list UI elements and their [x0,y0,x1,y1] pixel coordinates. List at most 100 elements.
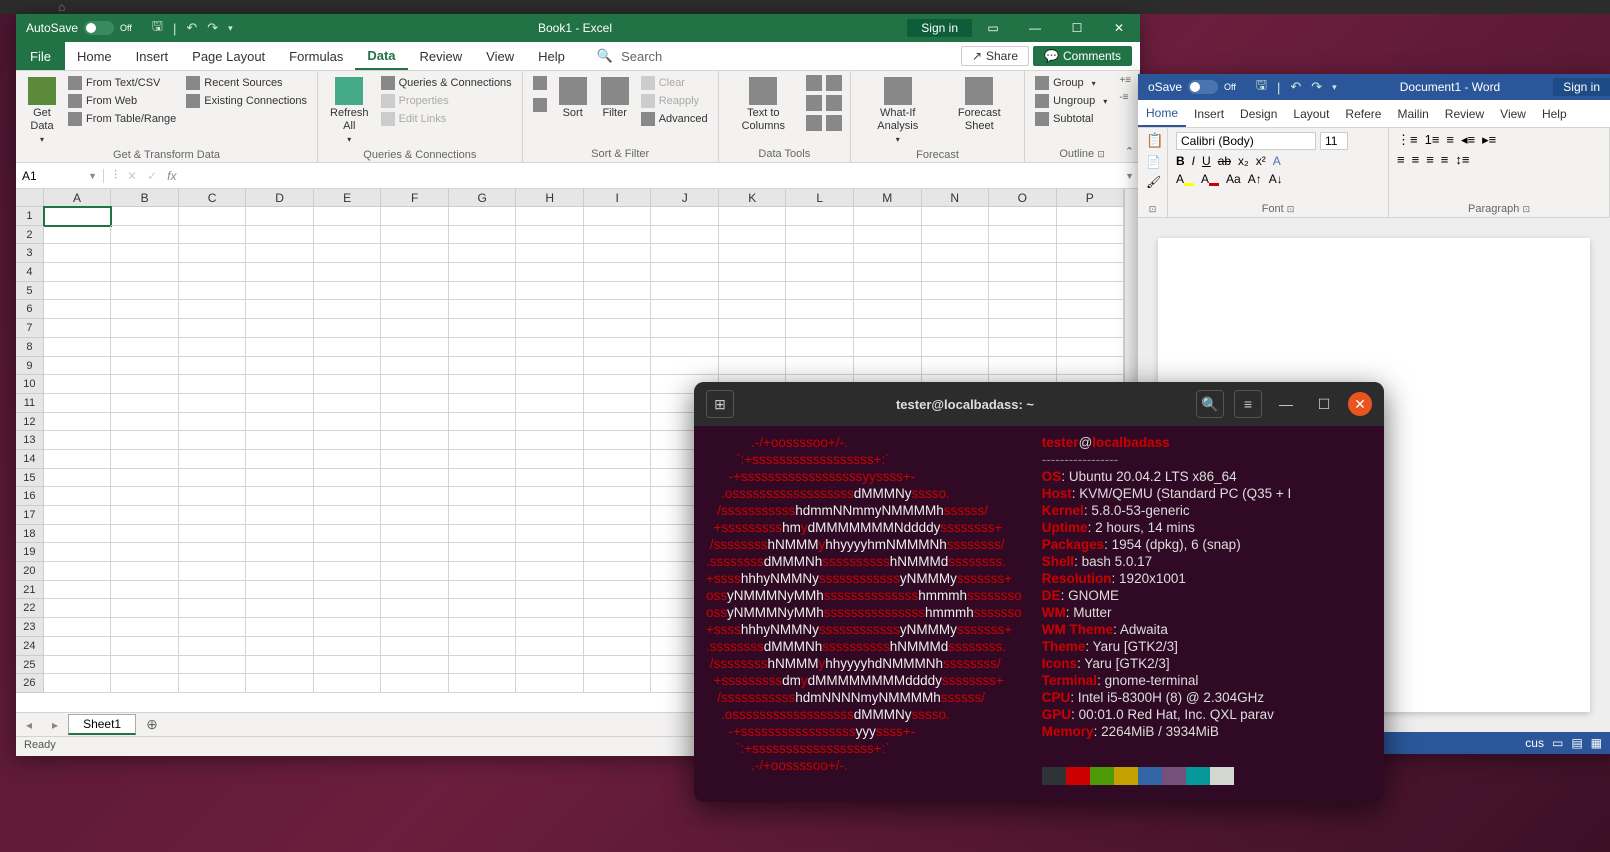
minimize-icon[interactable]: — [1014,21,1056,35]
qat-dropdown-icon[interactable]: ▾ [228,23,233,34]
tab-view[interactable]: View [474,42,526,70]
cell[interactable] [314,263,382,282]
cell[interactable] [381,618,449,637]
row-header[interactable]: 21 [16,581,44,600]
whatif-button[interactable]: What-If Analysis▾ [859,75,936,147]
cell[interactable] [246,487,314,506]
toggle-icon[interactable] [1188,80,1218,94]
cell[interactable] [44,338,112,357]
cell[interactable] [1057,319,1124,338]
cell[interactable] [516,300,584,319]
align-left-icon[interactable]: ≡ [1397,152,1405,167]
cell[interactable] [381,226,449,245]
tab-home[interactable]: Home [65,42,124,70]
cell[interactable] [111,357,179,376]
row-header[interactable]: 12 [16,413,44,432]
sheet-nav-next[interactable]: ▸ [42,718,68,732]
group-button[interactable]: Group▾ [1033,75,1109,91]
cell[interactable] [179,431,247,450]
cell[interactable] [44,674,112,693]
column-header[interactable]: M [854,189,922,207]
close-icon[interactable]: ✕ [1098,21,1140,35]
cell[interactable] [584,487,652,506]
cell[interactable] [922,207,990,226]
cell[interactable] [449,525,517,544]
cell[interactable] [44,431,112,450]
cell[interactable] [989,338,1057,357]
cell[interactable] [516,357,584,376]
cell[interactable] [719,207,787,226]
multilevel-icon[interactable]: ≡ [1446,132,1454,148]
column-header[interactable]: G [449,189,517,207]
cell[interactable] [449,581,517,600]
column-header[interactable]: F [381,189,449,207]
cell[interactable] [584,263,652,282]
cell[interactable] [449,506,517,525]
cell[interactable] [719,282,787,301]
cell[interactable] [516,282,584,301]
cell[interactable] [584,618,652,637]
cell[interactable] [111,450,179,469]
column-header[interactable]: B [111,189,179,207]
column-header[interactable]: J [651,189,719,207]
cell[interactable] [922,338,990,357]
cell[interactable] [179,506,247,525]
print-layout-icon[interactable]: ▤ [1571,736,1582,750]
recent-sources-button[interactable]: Recent Sources [184,75,309,91]
cell[interactable] [314,469,382,488]
cell[interactable] [179,450,247,469]
cell[interactable] [381,207,449,226]
cell[interactable] [516,656,584,675]
row-header[interactable]: 5 [16,282,44,301]
cell[interactable] [381,506,449,525]
cell[interactable] [44,618,112,637]
cell[interactable] [246,562,314,581]
cell[interactable] [989,226,1057,245]
paste-icon[interactable]: 📋 [1146,132,1163,149]
cell[interactable] [516,487,584,506]
column-header[interactable]: E [314,189,382,207]
cell[interactable] [651,300,719,319]
cell[interactable] [516,525,584,544]
terminal-body[interactable]: .-/+oossssoo+/-. `:+ssssssssssssssssss+:… [694,426,1384,802]
cell[interactable] [111,618,179,637]
cell[interactable] [44,394,112,413]
cell[interactable] [1057,300,1124,319]
cell[interactable] [44,300,112,319]
cancel-icon[interactable]: ✕ [127,169,137,183]
cell[interactable] [44,263,112,282]
cell[interactable] [516,394,584,413]
cell[interactable] [381,319,449,338]
cell[interactable] [179,469,247,488]
font-select[interactable] [1176,132,1316,150]
cell[interactable] [246,543,314,562]
cell[interactable] [922,282,990,301]
cell[interactable] [111,581,179,600]
maximize-icon[interactable]: ☐ [1056,21,1098,35]
cell[interactable] [516,319,584,338]
cell[interactable] [584,469,652,488]
home-icon[interactable]: ⌂ [58,0,65,14]
cell[interactable] [786,207,854,226]
cell[interactable] [314,244,382,263]
undo-icon[interactable]: ↶ [186,20,197,36]
cell[interactable] [854,226,922,245]
grow-font-icon[interactable]: A↑ [1248,172,1262,186]
cell[interactable] [381,599,449,618]
sheet-nav-prev[interactable]: ◂ [16,718,42,732]
search-button[interactable]: 🔍 [1196,390,1224,418]
cell[interactable] [44,319,112,338]
cell[interactable] [246,599,314,618]
cell[interactable] [516,375,584,394]
cell[interactable] [111,226,179,245]
cell[interactable] [179,487,247,506]
cell[interactable] [516,413,584,432]
tab-file[interactable]: File [16,42,65,70]
cell[interactable] [516,599,584,618]
cell[interactable] [449,674,517,693]
chevron-down-icon[interactable]: ▼ [88,171,97,181]
cell[interactable] [1057,357,1124,376]
collapse-icon[interactable]: -≡ [1119,92,1131,103]
cell[interactable] [786,357,854,376]
bullets-icon[interactable]: ⋮≡ [1397,132,1418,148]
